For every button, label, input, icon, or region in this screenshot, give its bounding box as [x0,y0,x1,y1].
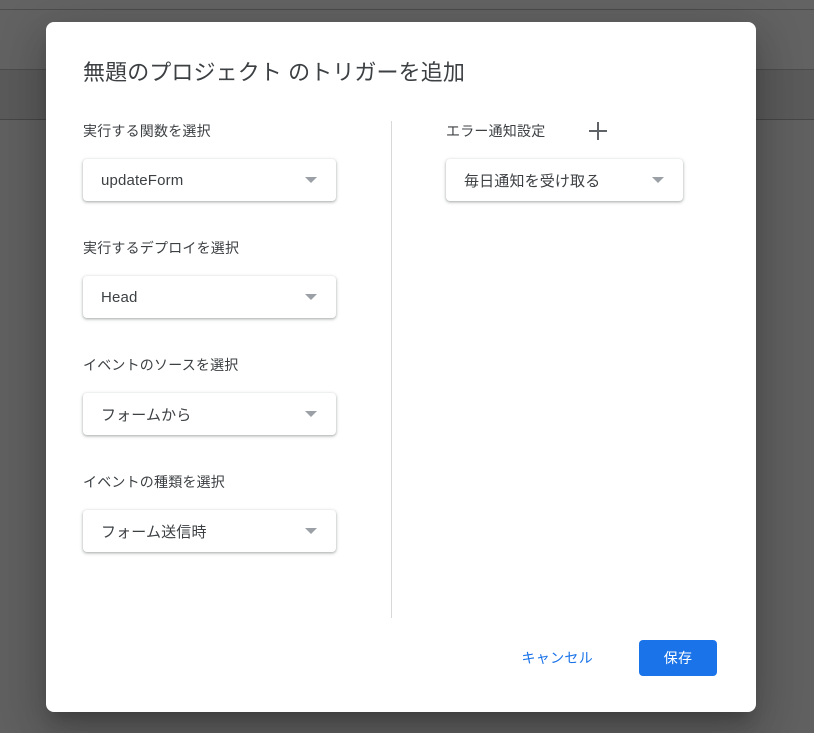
function-select[interactable]: updateForm [83,159,336,201]
field-error-notification-label-row: エラー通知設定 [446,121,726,141]
field-event-source-label: イベントのソースを選択 [83,357,239,373]
trigger-settings-column: 実行する関数を選択 updateForm 実行するデプロイを選択 Head イベ… [83,121,363,552]
dialog-body: 実行する関数を選択 updateForm 実行するデプロイを選択 Head イベ… [46,121,756,621]
field-error-notification-label: エラー通知設定 [446,123,546,139]
dialog-footer: キャンセル 保存 [514,639,717,677]
plus-icon[interactable] [589,122,608,140]
field-function-label-row: 実行する関数を選択 [83,121,363,141]
error-notification-select-value: 毎日通知を受け取る [464,172,601,190]
event-source-select-value: フォームから [101,406,192,424]
save-button[interactable]: 保存 [639,640,717,676]
event-source-select[interactable]: フォームから [83,393,336,435]
deployment-select-value: Head [101,288,138,306]
chevron-down-icon [305,411,317,417]
add-trigger-dialog: 無題のプロジェクト のトリガーを追加 実行する関数を選択 updateForm … [46,22,756,712]
chevron-down-icon [305,294,317,300]
chevron-down-icon [305,528,317,534]
function-select-value: updateForm [101,171,184,189]
column-divider [391,121,392,618]
field-event-source: イベントのソースを選択 フォームから [83,355,363,435]
field-deployment-label-row: 実行するデプロイを選択 [83,238,363,258]
field-error-notification: エラー通知設定 毎日通知を受け取る [446,121,726,201]
field-event-source-label-row: イベントのソースを選択 [83,355,363,375]
field-event-type-label: イベントの種類を選択 [83,474,225,490]
field-event-type: イベントの種類を選択 フォーム送信時 [83,472,363,552]
field-event-type-label-row: イベントの種類を選択 [83,472,363,492]
error-notification-select[interactable]: 毎日通知を受け取る [446,159,683,201]
cancel-button[interactable]: キャンセル [514,639,602,677]
error-notification-column: エラー通知設定 毎日通知を受け取る [446,121,726,201]
field-deployment-label: 実行するデプロイを選択 [83,240,240,256]
background-divider-1 [0,9,814,10]
dialog-title: 無題のプロジェクト のトリガーを追加 [83,60,465,85]
field-deployment: 実行するデプロイを選択 Head [83,238,363,318]
field-function: 実行する関数を選択 updateForm [83,121,363,201]
chevron-down-icon [652,177,664,183]
field-function-label: 実行する関数を選択 [83,123,211,139]
event-type-select[interactable]: フォーム送信時 [83,510,336,552]
chevron-down-icon [305,177,317,183]
event-type-select-value: フォーム送信時 [101,523,207,541]
deployment-select[interactable]: Head [83,276,336,318]
